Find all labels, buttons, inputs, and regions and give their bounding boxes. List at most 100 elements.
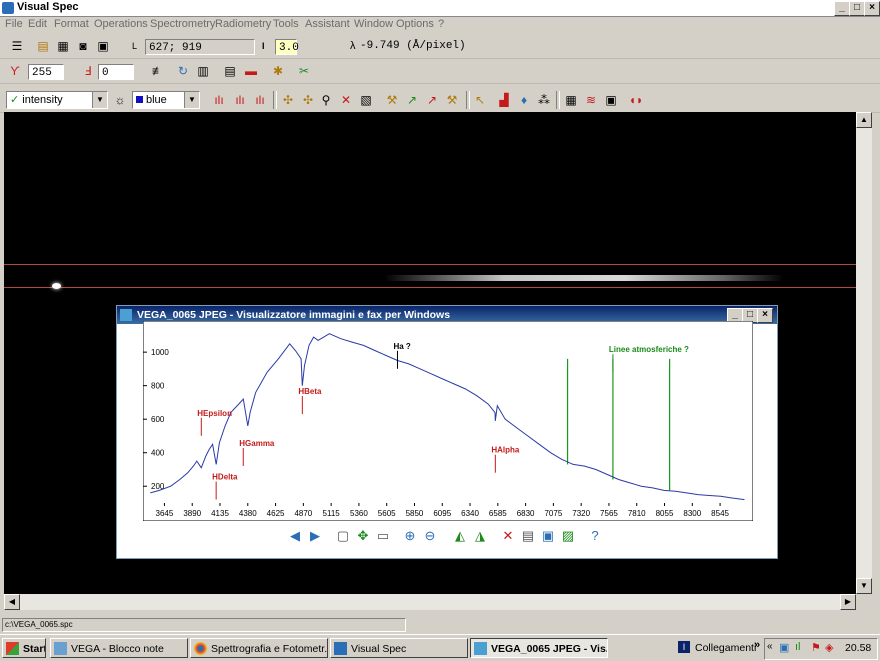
edit-image-icon[interactable]: ▨ (560, 528, 576, 544)
spectrum-icon-3[interactable]: ılı (252, 92, 268, 108)
slideshow-icon[interactable]: ▭ (375, 528, 391, 544)
chevron-down-icon[interactable]: ▼ (184, 92, 199, 108)
open-image-icon[interactable]: ▤ (35, 38, 51, 54)
scroll-down-button[interactable]: ▼ (856, 578, 872, 594)
zoom-icon[interactable]: ⚲ (318, 92, 334, 108)
scroll-up-button[interactable]: ▲ (856, 112, 872, 128)
signal-icon[interactable]: ıl (795, 641, 801, 653)
menu-window[interactable]: Window (354, 18, 393, 30)
line-icon-1[interactable]: ⚒ (384, 92, 400, 108)
print-icon[interactable]: ▥ (195, 63, 211, 79)
menu-options[interactable]: Options (396, 18, 434, 30)
crop-icon[interactable]: ▧ (358, 92, 374, 108)
minimize-button[interactable]: _ (834, 1, 850, 16)
menu-radiometry[interactable]: Radiometry (215, 18, 271, 30)
measure-icon[interactable]: ↖ (472, 92, 488, 108)
rotate-left-icon[interactable]: ◭ (452, 528, 468, 544)
menu-file[interactable]: File (5, 18, 23, 30)
menu-tools[interactable]: Tools (273, 18, 299, 30)
low-threshold-field[interactable]: 0 (98, 64, 134, 80)
drop-icon[interactable]: ♦ (516, 92, 532, 108)
horizontal-scrollbar[interactable]: ◀ ▶ (4, 594, 856, 610)
l-label: L (132, 41, 138, 51)
task-blocco-note[interactable]: VEGA - Blocco note (50, 638, 188, 658)
print-viewer-icon[interactable]: ▤ (520, 528, 536, 544)
chart-icon[interactable]: ▟ (496, 92, 512, 108)
toolbar-expand-icon[interactable]: » (754, 639, 760, 651)
vertical-scrollbar[interactable]: ▲ ▼ (856, 112, 872, 594)
menu-edit[interactable]: Edit (28, 18, 47, 30)
refresh-icon[interactable]: ↻ (175, 63, 191, 79)
dust-icon[interactable]: ⁂ (536, 92, 552, 108)
spectrum-icon-1[interactable]: ılı (211, 92, 227, 108)
image-viewer-window[interactable]: VEGA_0065 JPEG - Visualizzatore immagini… (116, 305, 778, 559)
image-icon[interactable]: ▣ (603, 92, 619, 108)
levels-icon[interactable]: ≢ (150, 63, 166, 79)
viewer-app-icon (120, 309, 132, 321)
task-browser[interactable]: Spettrografia e Fotometr... (190, 638, 328, 658)
zoom-out-icon[interactable]: ⊖ (422, 528, 438, 544)
menu-format[interactable]: Format (54, 18, 89, 30)
help-icon[interactable]: ? (587, 528, 603, 544)
calibrate-2-icon[interactable]: ✣ (300, 92, 316, 108)
x-tick-label: 7075 (544, 509, 562, 518)
layout-icon[interactable]: ☰ (9, 38, 25, 54)
maximize-button[interactable]: □ (849, 1, 865, 16)
tray-expand-icon[interactable]: « (767, 641, 773, 652)
intensity-field[interactable]: 3.0 (275, 39, 299, 55)
actual-size-icon[interactable]: ✥ (355, 528, 371, 544)
scroll-left-button[interactable]: ◀ (4, 594, 20, 610)
graph-icon[interactable]: ≋ (583, 92, 599, 108)
notepad-icon (54, 642, 67, 655)
close-button[interactable]: × (864, 1, 880, 16)
annotation-label: HBeta (298, 387, 322, 396)
sun-icon[interactable]: ☼ (112, 92, 128, 108)
annotation-label: HEpsilon (197, 409, 232, 418)
save-viewer-icon[interactable]: ▣ (540, 528, 556, 544)
table-icon[interactable]: ▦ (563, 92, 579, 108)
open-spectrum-icon[interactable]: ▦ (55, 38, 71, 54)
chevron-down-icon[interactable]: ▼ (92, 92, 107, 108)
color-select[interactable]: blue ▼ (132, 91, 200, 109)
best-fit-icon[interactable]: ▢ (335, 528, 351, 544)
menu-spectrometry[interactable]: Spectrometry (150, 18, 215, 30)
camera-icon[interactable]: ◙ (75, 38, 91, 54)
menu-operations[interactable]: Operations (94, 18, 148, 30)
security-icon[interactable]: ⚑ (811, 641, 821, 654)
high-threshold-field[interactable]: 255 (28, 64, 64, 80)
zoom-in-icon[interactable]: ⊕ (402, 528, 418, 544)
colormap-icon[interactable]: ▬ (243, 63, 259, 79)
calibrate-icon[interactable]: ✣ (280, 92, 296, 108)
low-threshold-icon[interactable]: Ⅎ (80, 63, 96, 79)
task-image-viewer[interactable]: VEGA_0065 JPEG - Vis... (470, 638, 608, 658)
line-icon-4[interactable]: ⚒ (444, 92, 460, 108)
next-image-icon[interactable]: ▶ (307, 528, 323, 544)
palette-icon[interactable]: ▤ (222, 63, 238, 79)
previous-image-icon[interactable]: ◀ (287, 528, 303, 544)
viewer-close-button[interactable]: × (757, 308, 773, 323)
menu-help[interactable]: ? (438, 18, 444, 30)
tools-icon[interactable]: ✂ (296, 63, 312, 79)
network-icon[interactable]: ▣ (779, 641, 789, 654)
split-icon[interactable]: ◖◗ (628, 92, 644, 108)
menu-assistant[interactable]: Assistant (305, 18, 350, 30)
x-tick-label: 7565 (600, 509, 618, 518)
save-icon[interactable]: ▣ (95, 38, 111, 54)
x-tick-label: 5605 (378, 509, 396, 518)
star-icon[interactable]: ✱ (270, 63, 286, 79)
links-toolbar[interactable]: Collegamenti (695, 642, 756, 654)
profile-select-value: intensity (22, 94, 63, 106)
line-icon-2[interactable]: ↗ (404, 92, 420, 108)
scroll-right-button[interactable]: ▶ (840, 594, 856, 610)
delete-icon[interactable]: ✕ (500, 528, 516, 544)
line-icon-3[interactable]: ↗ (424, 92, 440, 108)
high-threshold-icon[interactable]: ϒ (7, 63, 23, 79)
task-visual-spec[interactable]: Visual Spec (330, 638, 468, 658)
spectrum-icon-2[interactable]: ılı (232, 92, 248, 108)
annotation-label: Linee atmosferiche ? (609, 345, 689, 354)
erase-icon[interactable]: ✕ (338, 92, 354, 108)
rotate-right-icon[interactable]: ◮ (472, 528, 488, 544)
start-button[interactable]: Start (2, 638, 46, 658)
shield-icon[interactable]: ◈ (825, 641, 833, 654)
profile-select[interactable]: ✓ intensity ▼ (6, 91, 108, 109)
